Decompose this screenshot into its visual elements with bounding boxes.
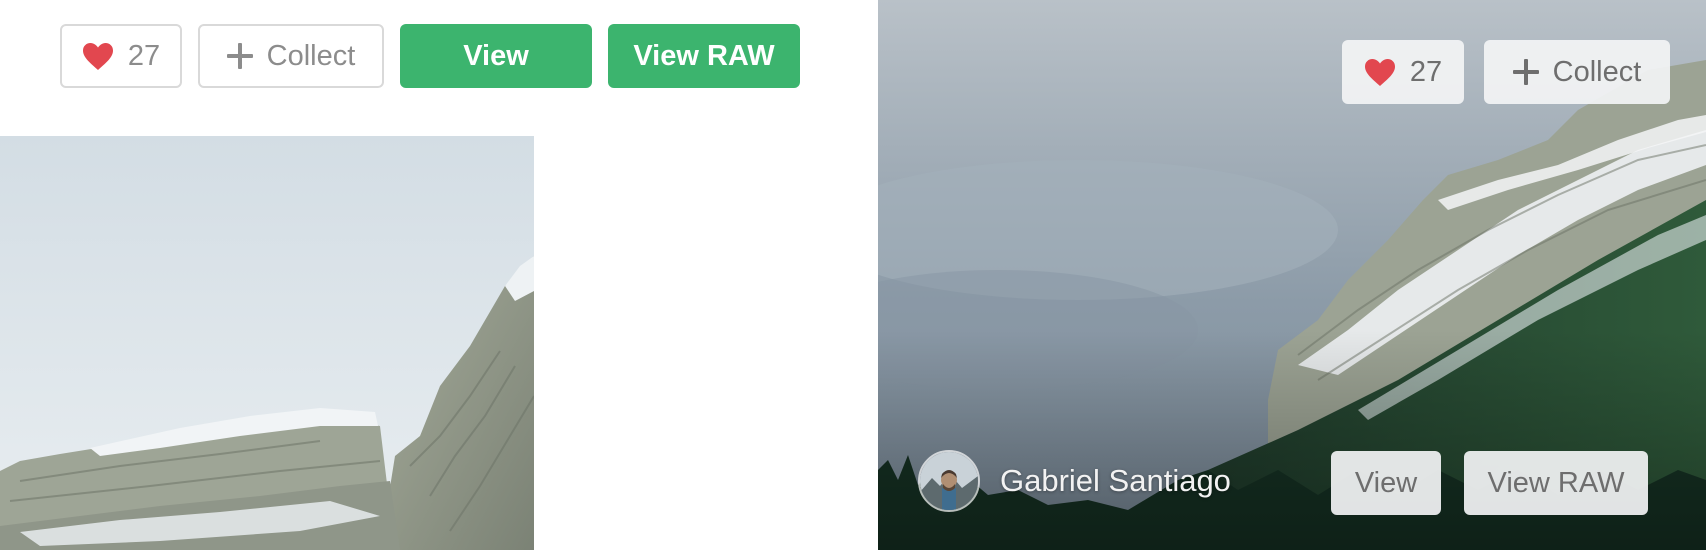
like-button[interactable]: 27 bbox=[1342, 40, 1464, 104]
photo-toolbar: 27 Collect View View RAW bbox=[0, 0, 878, 120]
author-name: Gabriel Santiago bbox=[1000, 463, 1231, 498]
like-count: 27 bbox=[1409, 55, 1443, 88]
plus-icon bbox=[1512, 59, 1539, 85]
collect-label: Collect bbox=[1552, 55, 1642, 88]
view-raw-button[interactable]: View RAW bbox=[608, 24, 800, 88]
author-link[interactable]: Gabriel Santiago bbox=[918, 450, 1231, 512]
collect-button[interactable]: Collect bbox=[1484, 40, 1670, 104]
avatar bbox=[918, 450, 980, 512]
heart-icon bbox=[1364, 58, 1396, 87]
heart-icon bbox=[82, 42, 114, 71]
view-raw-button[interactable]: View RAW bbox=[1464, 451, 1648, 515]
view-button[interactable]: View bbox=[1331, 451, 1441, 515]
plus-icon bbox=[226, 43, 253, 69]
view-label: View bbox=[1354, 466, 1418, 499]
view-button[interactable]: View bbox=[400, 24, 592, 88]
view-label: View bbox=[463, 39, 529, 72]
view-raw-label: View RAW bbox=[1487, 466, 1625, 499]
photo-preview[interactable] bbox=[0, 136, 534, 550]
like-count: 27 bbox=[127, 39, 161, 72]
collect-label: Collect bbox=[266, 39, 356, 72]
collect-button[interactable]: Collect bbox=[198, 24, 384, 88]
like-button[interactable]: 27 bbox=[60, 24, 182, 88]
view-raw-label: View RAW bbox=[633, 39, 775, 72]
photo-card[interactable]: 27 Collect Gabriel Santiago View View RA… bbox=[878, 0, 1706, 550]
